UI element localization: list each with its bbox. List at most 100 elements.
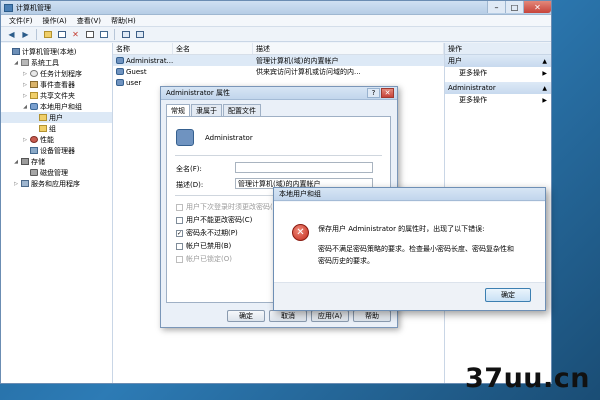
action-label: 更多操作	[459, 96, 487, 104]
list-header: 名称 全名 描述	[113, 43, 444, 55]
window-controls: – □ ✕	[487, 1, 551, 14]
expand-toggle-icon[interactable]: ▷	[22, 71, 28, 77]
actions-group-title: Administrator	[448, 84, 496, 92]
expand-toggle-icon[interactable]: ▷	[22, 137, 28, 143]
site-watermark: 37uu.cn	[465, 363, 590, 394]
tree-item[interactable]: ▷ 服务和应用程序	[1, 178, 112, 189]
clock-icon	[30, 70, 38, 77]
checkbox-must-change-password[interactable]: 用户下次登录时须更改密码(M)	[176, 202, 282, 212]
up-folder-icon[interactable]	[42, 29, 53, 40]
checkbox-label: 用户下次登录时须更改密码(M)	[186, 203, 282, 211]
checkbox-box[interactable]	[176, 216, 183, 224]
tree-item[interactable]: ▷ 共享文件夹	[1, 90, 112, 101]
action-more-actions[interactable]: 更多操作 ▶	[445, 94, 551, 106]
action-pane-icon[interactable]	[134, 29, 145, 40]
delete-icon[interactable]: ✕	[70, 29, 81, 40]
dialog-controls: ? ✕	[367, 88, 397, 98]
properties-icon[interactable]	[84, 29, 95, 40]
actions-group-title: 用户	[448, 57, 462, 65]
column-fullname[interactable]: 全名	[173, 43, 253, 54]
toolbar-separator	[36, 28, 37, 40]
dialog-close-button[interactable]: ✕	[381, 88, 394, 98]
tree-item-label: 事件查看器	[40, 80, 75, 89]
expand-toggle-icon[interactable]: ▷	[22, 82, 28, 88]
checkbox-label: 密码永不过期(P)	[186, 229, 238, 237]
tree-item[interactable]: 计算机管理(本地)	[1, 46, 112, 57]
computer-management-icon	[4, 3, 13, 12]
checkbox-box[interactable]	[176, 203, 183, 211]
fullname-label: 全名(F):	[176, 165, 202, 173]
checkbox-cannot-change-password[interactable]: 用户不能更改密码(C)	[176, 215, 252, 225]
checkbox-box[interactable]	[176, 242, 183, 250]
tree-item-label: 存储	[31, 157, 45, 166]
row-name: Guest	[126, 67, 147, 76]
row-description: 管理计算机(域)的内置帐户	[256, 56, 339, 65]
column-name[interactable]: 名称	[113, 43, 173, 54]
computer-icon	[12, 48, 20, 55]
menu-view[interactable]: 查看(V)	[77, 16, 101, 26]
tree-item[interactable]: ◢ 系统工具	[1, 57, 112, 68]
minimize-button[interactable]: –	[487, 1, 505, 13]
back-icon[interactable]: ◀	[6, 29, 17, 40]
error-dialog-footer: 确定	[274, 282, 545, 310]
checkbox-password-never-expires[interactable]: ✓ 密码永不过期(P)	[176, 228, 238, 238]
actions-group-users[interactable]: 用户 ▲	[445, 55, 551, 67]
show-hide-tree-icon[interactable]	[56, 29, 67, 40]
tree-item-label: 系统工具	[31, 58, 59, 67]
help-icon[interactable]	[120, 29, 131, 40]
expand-toggle-icon[interactable]: ▷	[22, 93, 28, 99]
device-icon	[30, 147, 38, 154]
services-icon	[21, 180, 29, 187]
expand-toggle-icon[interactable]: ◢	[13, 60, 19, 66]
divider	[175, 155, 382, 156]
tree-item[interactable]: ▷ 性能	[1, 134, 112, 145]
tree-item[interactable]: ◢ 存储	[1, 156, 112, 167]
cancel-button[interactable]: 取消	[269, 310, 307, 322]
checkbox-box[interactable]: ✓	[176, 229, 183, 237]
expand-toggle-icon[interactable]: ▷	[13, 181, 19, 187]
tree-item[interactable]: 磁盘管理	[1, 167, 112, 178]
error-ok-button[interactable]: 确定	[485, 288, 531, 302]
tree-item[interactable]: 组	[1, 123, 112, 134]
menu-file[interactable]: 文件(F)	[9, 16, 33, 26]
close-button[interactable]: ✕	[523, 1, 551, 13]
ok-button[interactable]: 确定	[227, 310, 265, 322]
menu-bar: 文件(F) 操作(A) 查看(V) 帮助(H)	[1, 15, 551, 27]
collapse-icon: ▲	[542, 57, 547, 65]
checkbox-account-locked[interactable]: 帐户已锁定(O)	[176, 254, 232, 264]
expand-toggle-icon[interactable]: ◢	[13, 159, 19, 165]
log-icon	[30, 81, 38, 88]
navigation-tree: 计算机管理(本地) ◢ 系统工具 ▷ 任务计划程序 ▷ 事件查看器 ▷ 共享文件夹 ◢ 本地用户和组…	[1, 43, 113, 383]
tree-item[interactable]: ◢ 本地用户和组	[1, 101, 112, 112]
checkbox-box[interactable]	[176, 255, 183, 263]
chevron-right-icon: ▶	[542, 96, 547, 104]
action-more-actions[interactable]: 更多操作 ▶	[445, 67, 551, 79]
help-dialog-button[interactable]: 帮助	[353, 310, 391, 322]
column-description[interactable]: 描述	[253, 43, 444, 54]
help-button[interactable]: ?	[367, 88, 380, 98]
checkbox-account-disabled[interactable]: 帐户已禁用(B)	[176, 241, 231, 251]
error-icon: ✕	[292, 224, 309, 241]
table-row[interactable]: Administrat... 管理计算机(域)的内置帐户	[113, 55, 444, 66]
expand-toggle-icon[interactable]: ◢	[22, 104, 28, 110]
error-message-primary: 保存用户 Administrator 的属性时，出现了以下错误:	[318, 225, 485, 233]
tree-item[interactable]: ▷ 任务计划程序	[1, 68, 112, 79]
performance-icon	[30, 136, 38, 143]
maximize-button[interactable]: □	[505, 1, 523, 13]
tree-item[interactable]: 设备管理器	[1, 145, 112, 156]
user-icon	[116, 57, 124, 64]
actions-group-administrator[interactable]: Administrator ▲	[445, 82, 551, 94]
forward-icon[interactable]: ▶	[20, 29, 31, 40]
tree-item[interactable]: 用户	[1, 112, 112, 123]
collapse-icon: ▲	[542, 84, 547, 92]
tree-item[interactable]: ▷ 事件查看器	[1, 79, 112, 90]
export-list-icon[interactable]	[98, 29, 109, 40]
dialog-title: Administrator 属性	[166, 89, 230, 97]
fullname-field[interactable]	[235, 162, 373, 173]
row-name: Administrat...	[126, 56, 174, 65]
checkbox-label: 帐户已锁定(O)	[186, 255, 232, 263]
apply-button[interactable]: 应用(A)	[311, 310, 349, 322]
menu-action[interactable]: 操作(A)	[43, 16, 67, 26]
table-row[interactable]: Guest 供来宾访问计算机或访问域的内...	[113, 66, 444, 77]
menu-help[interactable]: 帮助(H)	[111, 16, 136, 26]
